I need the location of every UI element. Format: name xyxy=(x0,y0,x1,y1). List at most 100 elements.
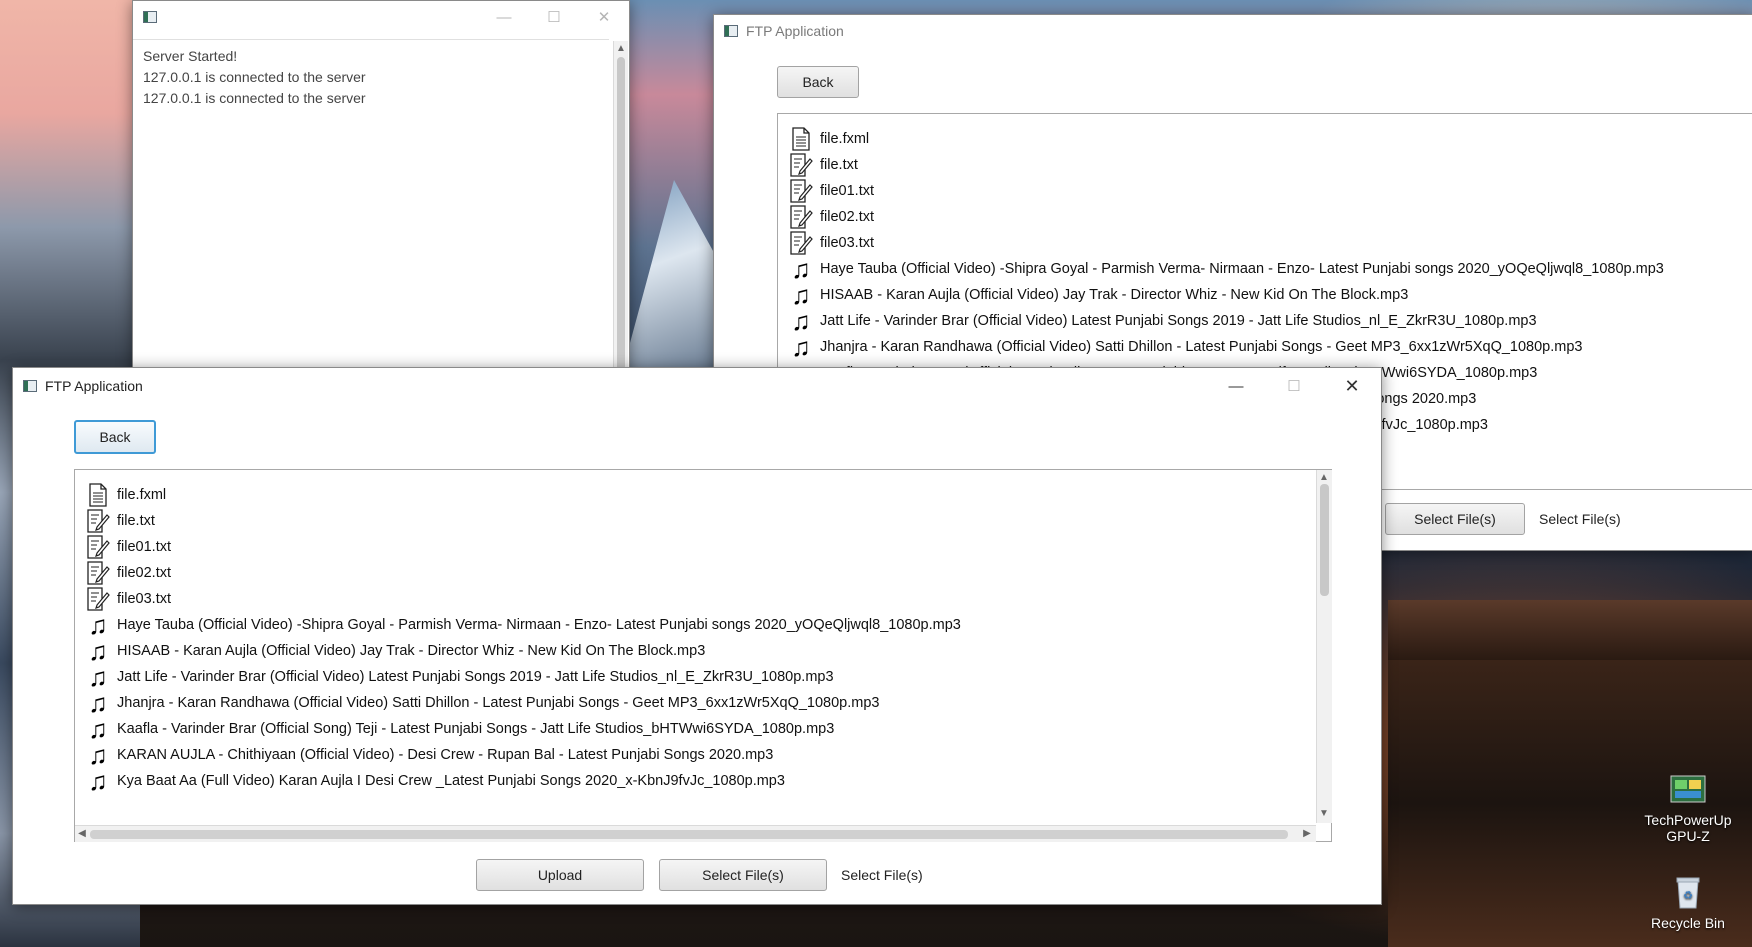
file-list-item[interactable]: ♫ Jatt Life - Varinder Brar (Official Vid… xyxy=(85,662,834,692)
back-button[interactable]: Back xyxy=(74,420,156,454)
music-note-icon: ♫ xyxy=(791,280,811,310)
file-list-item[interactable]: ♫ Jhanjra - Karan Randhawa (Official Vide… xyxy=(788,334,1582,360)
music-note-icon: ♫ xyxy=(791,254,811,284)
music-note-icon: ♫ xyxy=(88,740,108,770)
close-button[interactable]: ✕ xyxy=(579,1,629,33)
maximize-icon: ☐ xyxy=(547,9,561,26)
upload-button[interactable]: Upload xyxy=(476,859,644,891)
file-list-item[interactable]: file.fxml xyxy=(85,482,166,508)
file-list-item[interactable]: file03.txt xyxy=(85,586,171,612)
music-note-icon: ♫ xyxy=(791,306,811,336)
file-name: Haye Tauba (Official Video) -Shipra Goya… xyxy=(117,617,961,633)
file-name: HISAAB - Karan Aujla (Official Video) Ja… xyxy=(820,287,1409,303)
text-file-icon xyxy=(85,587,111,611)
file-name: file02.txt xyxy=(117,565,171,581)
file-name: Kya Baat Aa (Full Video) Karan Aujla I D… xyxy=(117,773,785,789)
file-name: file02.txt xyxy=(820,209,874,225)
ftp-bg-titlebar[interactable]: FTP Application xyxy=(714,15,1752,47)
desktop-icon-label: Recycle Bin xyxy=(1651,915,1725,931)
file-list-item[interactable]: ♫ Kya Baat Aa (Full Video) Karan Aujla I … xyxy=(85,768,785,794)
selected-files-status: Select File(s) xyxy=(841,867,923,883)
file-name: Jhanjra - Karan Randhawa (Official Video… xyxy=(117,695,880,711)
file-list-item[interactable]: ♫ Haye Tauba (Official Video) -Shipra Goy… xyxy=(85,612,961,638)
file-name: Jatt Life - Varinder Brar (Official Vide… xyxy=(117,669,834,685)
document-icon xyxy=(85,483,111,507)
text-file-icon xyxy=(788,231,814,255)
back-button[interactable]: Back xyxy=(777,66,859,98)
app-icon xyxy=(143,11,157,23)
select-files-button[interactable]: Select File(s) xyxy=(1385,503,1525,535)
file-list-item[interactable]: file.txt xyxy=(85,508,155,534)
file-name: file01.txt xyxy=(117,539,171,555)
file-name: file.fxml xyxy=(117,487,167,503)
file-name: file.txt xyxy=(820,157,858,173)
server-log-scrollbar[interactable]: ▲ xyxy=(613,41,628,379)
music-note-icon: ♫ xyxy=(88,688,108,718)
file-list-item[interactable]: file.fxml xyxy=(788,126,869,152)
file-list-item[interactable]: ♫ Haye Tauba (Official Video) -Shipra Goy… xyxy=(788,256,1664,282)
file-list-item[interactable]: file02.txt xyxy=(85,560,171,586)
server-window: — ☐ ✕ Server Started! 127.0.0.1 is conne… xyxy=(132,0,630,382)
text-file-icon xyxy=(85,561,111,585)
file-list-item[interactable]: ♫ HISAAB - Karan Aujla (Official Video) J… xyxy=(85,638,705,664)
close-button[interactable]: ✕ xyxy=(1323,368,1381,404)
app-icon xyxy=(23,380,37,392)
file-list-vscrollbar[interactable]: ▲ ▼ xyxy=(1316,470,1332,823)
server-titlebar[interactable]: — ☐ ✕ xyxy=(133,1,629,33)
gpu-z-icon xyxy=(1669,770,1707,808)
text-file-icon xyxy=(788,205,814,229)
file-name: KARAN AUJLA - Chithiyaan (Official Video… xyxy=(117,747,774,763)
close-icon: ✕ xyxy=(597,9,611,26)
server-log-area[interactable]: Server Started! 127.0.0.1 is connected t… xyxy=(133,39,609,379)
file-list-item[interactable]: ♫ KARAN AUJLA - Chithiyaan (Official Vide… xyxy=(85,742,773,768)
music-note-icon: ♫ xyxy=(88,636,108,666)
minimize-button[interactable]: — xyxy=(1207,368,1265,404)
file-list-item[interactable]: file.txt xyxy=(788,152,858,178)
scroll-up-arrow-icon[interactable]: ▲ xyxy=(615,43,627,54)
scrollbar-thumb[interactable] xyxy=(617,57,625,375)
file-name: file01.txt xyxy=(820,183,874,199)
file-list-item[interactable]: file01.txt xyxy=(788,178,874,204)
file-list-item[interactable]: file01.txt xyxy=(85,534,171,560)
selected-files-status: Select File(s) xyxy=(1539,511,1621,527)
file-list-item[interactable]: ♫ Jatt Life - Varinder Brar (Official Vid… xyxy=(788,306,1537,336)
scroll-up-arrow-icon[interactable]: ▲ xyxy=(1318,472,1330,483)
scroll-right-arrow-icon[interactable]: ▶ xyxy=(1301,828,1313,839)
minimize-icon: — xyxy=(496,8,512,26)
maximize-icon: ☐ xyxy=(1287,378,1301,395)
maximize-button[interactable]: ☐ xyxy=(1265,368,1323,404)
select-files-button[interactable]: Select File(s) xyxy=(659,859,827,891)
file-list[interactable]: file.fxml file.txt file01.txt file02.txt fil… xyxy=(74,469,1332,842)
ftp-main-titlebar[interactable]: FTP Application — ☐ ✕ xyxy=(13,368,1381,404)
log-line: Server Started! xyxy=(143,48,238,64)
file-list-item[interactable]: file03.txt xyxy=(788,230,874,256)
file-name: file03.txt xyxy=(820,235,874,251)
minimize-button[interactable]: — xyxy=(479,1,529,33)
music-note-icon: ♫ xyxy=(88,662,108,692)
music-note-icon: ♫ xyxy=(88,714,108,744)
desktop-icon-recycle-bin[interactable]: ♻ Recycle Bin xyxy=(1643,873,1733,931)
text-file-icon xyxy=(85,535,111,559)
wallpaper-bridge xyxy=(1388,600,1752,660)
scrollbar-thumb[interactable] xyxy=(1320,484,1329,596)
file-list-item[interactable]: ♫ Jhanjra - Karan Randhawa (Official Vide… xyxy=(85,690,879,716)
file-name: Haye Tauba (Official Video) -Shipra Goya… xyxy=(820,261,1664,277)
desktop-icon-label: TechPowerUp GPU-Z xyxy=(1644,812,1732,844)
maximize-button[interactable]: ☐ xyxy=(529,1,579,33)
file-list-item[interactable]: ♫ Kaafla - Varinder Brar (Official Song) … xyxy=(85,716,834,742)
log-line: 127.0.0.1 is connected to the server xyxy=(143,90,366,106)
file-name: file.txt xyxy=(117,513,155,529)
desktop-icon-gpu-z[interactable]: TechPowerUp GPU-Z xyxy=(1643,770,1733,844)
file-name: Jatt Life - Varinder Brar (Official Vide… xyxy=(820,313,1537,329)
scrollbar-thumb[interactable] xyxy=(90,830,1288,839)
file-list-item[interactable]: ♫ HISAAB - Karan Aujla (Official Video) J… xyxy=(788,282,1408,308)
file-list-item[interactable]: file02.txt xyxy=(788,204,874,230)
file-name: file.fxml xyxy=(820,131,870,147)
app-icon xyxy=(724,25,738,37)
file-list-hscrollbar[interactable]: ◀ ▶ xyxy=(75,825,1316,842)
scroll-down-arrow-icon[interactable]: ▼ xyxy=(1318,808,1330,819)
minimize-icon: — xyxy=(1228,377,1244,395)
window-title: FTP Application xyxy=(45,378,143,394)
svg-text:♻: ♻ xyxy=(1683,890,1693,902)
scroll-left-arrow-icon[interactable]: ◀ xyxy=(76,828,88,839)
